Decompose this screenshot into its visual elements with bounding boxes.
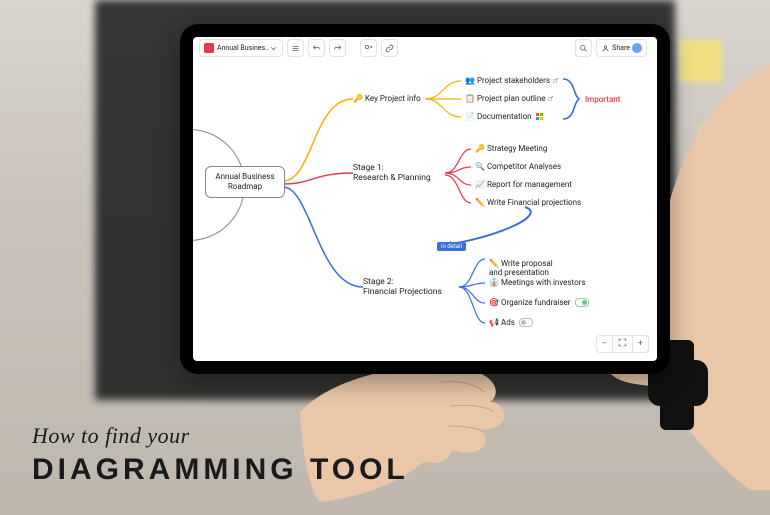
leaf-label: Report for management (487, 180, 572, 189)
leaf-plan-outline[interactable]: 📋Project plan outline (465, 94, 554, 103)
leaf-documentation[interactable]: 📄Documentation (465, 112, 543, 121)
leaf-label: Organize fundraiser (501, 298, 571, 307)
leaf-proposal[interactable]: ✏️Write proposal and presentation (489, 251, 553, 277)
root-node[interactable]: Annual Business Roadmap (205, 166, 285, 198)
briefcase-icon: 👔 (489, 278, 499, 287)
leaf-label: Competitor Analyses (487, 162, 561, 171)
fit-button[interactable] (612, 336, 633, 352)
zoom-controls: − + (596, 335, 649, 353)
leaf-ads[interactable]: 📢Ads (489, 318, 533, 327)
plus-node-icon (364, 44, 373, 53)
redo-icon (333, 44, 342, 53)
leaf-stakeholders[interactable]: 👥Project stakeholders (465, 76, 559, 85)
doc-title-dropdown[interactable]: Annual Busines.. (199, 39, 283, 57)
leaf-label: Project plan outline (477, 94, 546, 103)
external-link-icon (552, 77, 559, 84)
leaf-write-projections[interactable]: ✏️Write Financial projections (475, 198, 581, 207)
leaf-label: Ads (501, 318, 515, 327)
share-button[interactable]: Share (596, 39, 647, 57)
undo-icon (312, 44, 321, 53)
scene: Annual Busines.. (0, 0, 770, 515)
annotation-important: Important (585, 95, 620, 104)
search-icon (579, 44, 588, 53)
chart-icon: 📈 (475, 180, 485, 189)
leaf-meetings[interactable]: 👔Meetings with investors (489, 278, 586, 287)
people-icon: 👥 (465, 76, 475, 85)
leaf-strategy[interactable]: 🔑Strategy Meeting (475, 144, 547, 153)
leaf-label: Strategy Meeting (487, 144, 547, 153)
leaf-report[interactable]: 📈Report for management (475, 180, 572, 189)
clipboard-icon: 📋 (465, 94, 475, 103)
ms-logo-icon (536, 113, 543, 120)
share-label: Share (612, 44, 630, 52)
background-sticky-note (680, 40, 722, 82)
zoom-out-button[interactable]: − (597, 337, 612, 351)
tablet-device: Annual Busines.. (180, 24, 670, 374)
toggle-icon[interactable] (575, 298, 589, 307)
fit-icon (618, 338, 627, 347)
undo-button[interactable] (308, 39, 325, 57)
app-logo-icon (204, 43, 214, 53)
branch-key-info[interactable]: 🔑Key Project info (353, 94, 421, 103)
app-screen: Annual Busines.. (193, 37, 657, 361)
doc-title: Annual Busines.. (217, 44, 269, 52)
caption-line1: How to find your (32, 423, 409, 449)
zoom-in-button[interactable]: + (633, 337, 648, 351)
megaphone-icon: 📢 (489, 318, 499, 327)
caption: How to find your DIAGRAMMING TOOL (32, 423, 409, 487)
link-button[interactable] (381, 39, 398, 57)
pencil-icon: ✏️ (475, 198, 485, 207)
key-icon: 🔑 (353, 94, 363, 103)
connectors (193, 59, 657, 361)
background-sticky-note (690, 220, 732, 262)
badge-label: in detail (437, 242, 466, 251)
chevron-down-icon (269, 44, 278, 53)
menu-button[interactable] (287, 39, 304, 57)
branch-label: Key Project info (365, 94, 421, 103)
toolbar: Annual Busines.. (193, 37, 657, 59)
redo-button[interactable] (329, 39, 346, 57)
branch-label: Stage 1: Research & Planning (353, 163, 431, 183)
caption-line2: DIAGRAMMING TOOL (32, 453, 409, 487)
avatar (632, 43, 642, 53)
doc-icon: 📄 (465, 112, 475, 121)
leaf-fundraiser[interactable]: 🎯Organize fundraiser (489, 298, 589, 307)
mindmap-canvas[interactable]: Annual Business Roadmap 🔑Key Project inf… (193, 59, 657, 361)
search-button[interactable] (575, 39, 592, 57)
leaf-label: Documentation (477, 112, 532, 121)
toggle-icon[interactable] (519, 318, 533, 327)
leaf-label: Meetings with investors (501, 278, 586, 287)
menu-icon (291, 44, 300, 53)
user-icon (601, 44, 610, 53)
external-link-icon (547, 95, 554, 102)
link-icon (385, 44, 394, 53)
branch-label: Stage 2: Financial Projections (363, 277, 442, 297)
badge-in-detail: in detail (437, 241, 466, 251)
magnifier-icon: 🔍 (475, 162, 485, 171)
branch-stage1[interactable]: Stage 1: Research & Planning (353, 164, 431, 184)
leaf-label: Project stakeholders (477, 76, 550, 85)
target-icon: 🎯 (489, 298, 499, 307)
key-icon: 🔑 (475, 144, 485, 153)
leaf-label: Write Financial projections (487, 198, 581, 207)
leaf-competitor[interactable]: 🔍Competitor Analyses (475, 162, 561, 171)
background-sticky-note (700, 125, 742, 167)
pencil-icon: ✏️ (489, 259, 499, 268)
root-node-label: Annual Business Roadmap (215, 172, 274, 191)
annotation-text: Important (585, 95, 620, 104)
add-node-button[interactable] (360, 39, 377, 57)
branch-stage2[interactable]: Stage 2: Financial Projections (363, 278, 442, 298)
